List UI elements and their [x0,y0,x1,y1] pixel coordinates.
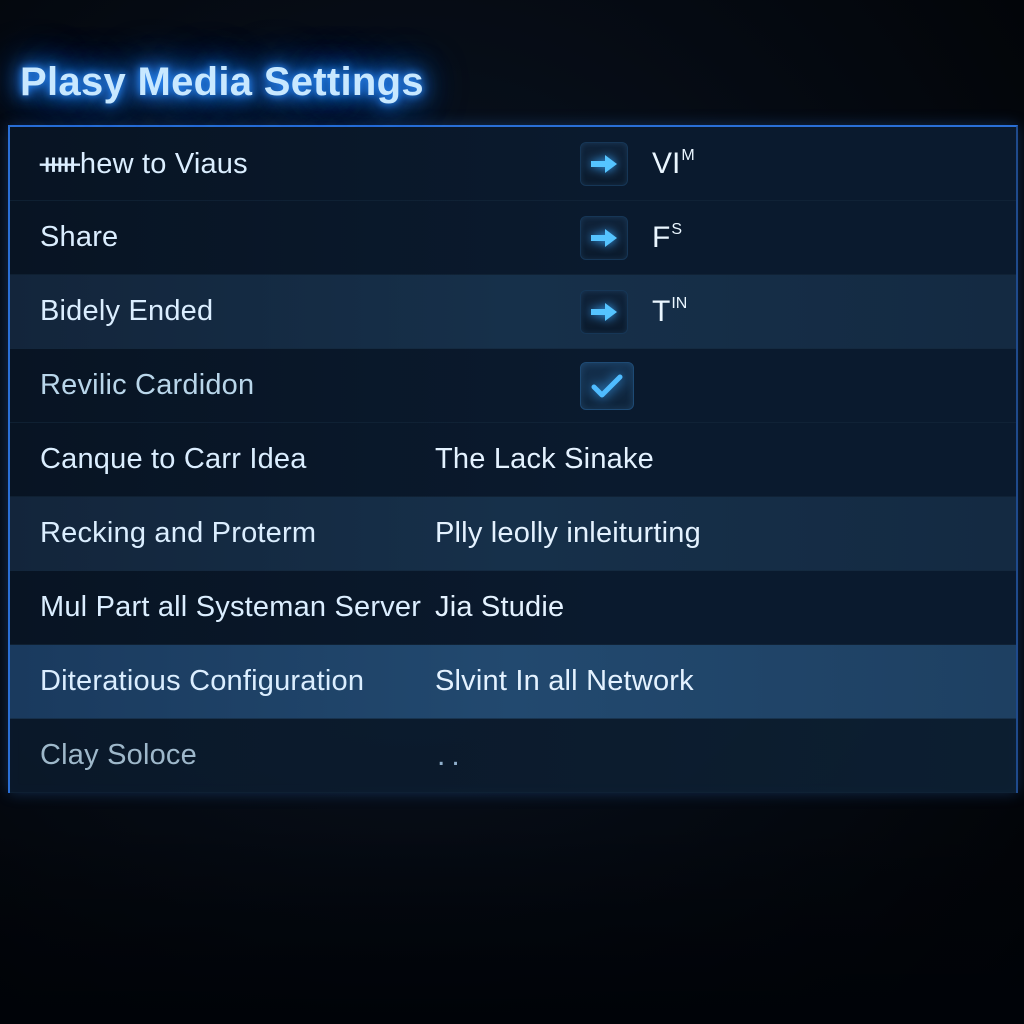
setting-row-diteratious[interactable]: Diteratious Configuration Slvint In all … [10,645,1016,719]
setting-label: Mul Part all Systeman Server [40,591,435,624]
setting-row-recking[interactable]: Recking and Proterm Plly leolly inleitur… [10,497,1016,571]
cycle-arrow-button[interactable] [580,142,628,186]
cycle-arrow-button[interactable] [580,216,628,260]
setting-label: Clay Soloce [40,739,435,772]
setting-row-clay-soloce[interactable]: Clay Soloce .. [10,719,1016,793]
setting-label: ᚔhew to Viaus [40,146,435,181]
page-title: Plasy Media Settings [0,30,1024,125]
setting-row-revilic-cardidon[interactable]: Revilic Cardidon [10,349,1016,423]
cycle-arrow-button[interactable] [580,290,628,334]
vignette-shade [0,824,1024,1024]
value-cluster: VIM [580,142,695,186]
setting-value: FS [652,221,682,255]
settings-panel: ᚔhew to Viaus VIM Share FS [8,125,1018,793]
setting-value: Jia Studie [435,591,564,624]
setting-label: Recking and Proterm [40,517,435,550]
setting-row-bidely-ended[interactable]: Bidely Ended TIN [10,275,1016,349]
setting-label: Bidely Ended [40,295,435,328]
setting-value: The Lack Sinake [435,443,654,476]
setting-label: Revilic Cardidon [40,369,435,402]
setting-row-canque[interactable]: Canque to Carr Idea The Lack Sinake [10,423,1016,497]
arrow-right-icon [589,151,619,177]
setting-value: Slvint In all Network [435,665,694,698]
value-cluster: FS [580,216,682,260]
setting-label: Canque to Carr Idea [40,443,435,476]
settings-screen: Plasy Media Settings ᚔhew to Viaus VIM S… [0,0,1024,1024]
check-icon [590,372,624,400]
setting-label: Share [40,221,435,254]
setting-value: Plly leolly inleiturting [435,517,701,550]
setting-value: VIM [652,147,695,181]
setting-label: Diteratious Configuration [40,665,435,698]
setting-value: .. [435,739,466,773]
setting-row-mul-part[interactable]: Mul Part all Systeman Server Jia Studie [10,571,1016,645]
setting-row-share[interactable]: Share FS [10,201,1016,275]
arrow-right-icon [589,299,619,325]
arrow-right-icon [589,225,619,251]
checkbox[interactable] [580,362,634,410]
setting-row-view-to-viaus[interactable]: ᚔhew to Viaus VIM [10,127,1016,201]
value-cluster: TIN [580,290,687,334]
setting-value: TIN [652,295,687,329]
